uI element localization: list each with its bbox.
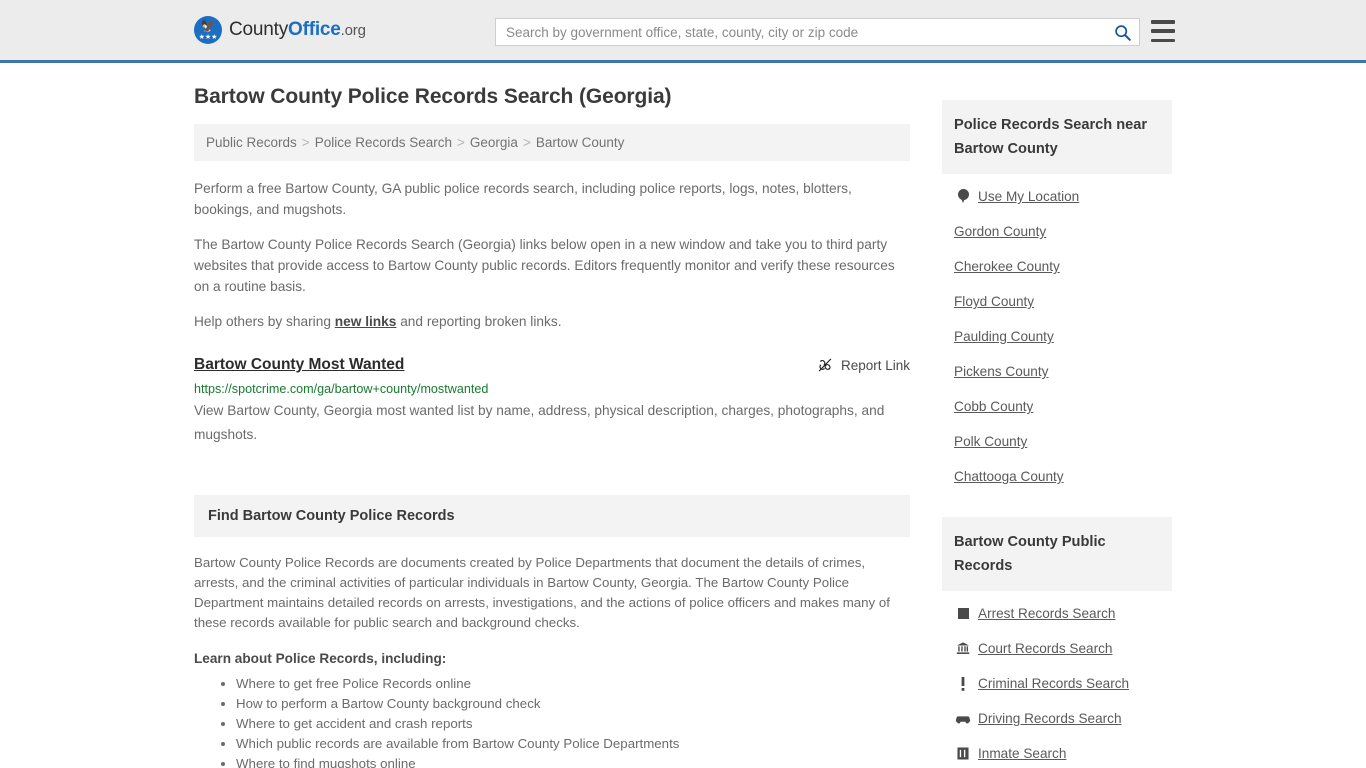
list-item: Where to find mugshots online: [236, 754, 910, 768]
menu-line-1: [1151, 20, 1175, 24]
result-header-row: Bartow County Most Wanted Report Link: [194, 356, 910, 374]
stars-glyph: ★★★: [198, 34, 218, 41]
brand-org: .org: [340, 22, 366, 39]
share-text-before: Help others by sharing: [194, 314, 335, 329]
breadcrumb-separator: >: [522, 135, 531, 150]
list-item-gordon-county[interactable]: Gordon County: [942, 223, 1172, 240]
section-heading: Find Bartow County Police Records: [194, 495, 910, 537]
breadcrumb-item-public-records[interactable]: Public Records: [206, 135, 297, 150]
content-container: Bartow County Police Records Search (Geo…: [194, 63, 1172, 768]
search-icon: [1114, 24, 1131, 41]
page-title: Bartow County Police Records Search (Geo…: [194, 85, 672, 108]
sidebar-link-pickens-county[interactable]: Pickens County: [954, 364, 1048, 379]
jail-icon: [954, 747, 972, 760]
search-button[interactable]: [1105, 19, 1139, 45]
sidebar-link-arrest-records-search[interactable]: Arrest Records Search: [978, 606, 1116, 621]
list-item-court-records[interactable]: Court Records Search: [942, 640, 1172, 657]
public-records-list: Arrest Records Search Court Records Sear…: [942, 591, 1172, 768]
share-text-after: and reporting broken links.: [396, 314, 562, 329]
search-bar[interactable]: [495, 18, 1140, 46]
section-body: Bartow County Police Records are documen…: [194, 537, 910, 768]
breadcrumb-separator: >: [301, 135, 310, 150]
site-logo[interactable]: 🦅 ★★★ CountyOffice.org: [194, 16, 366, 44]
list-item-chattooga-county[interactable]: Chattooga County: [942, 468, 1172, 485]
search-input[interactable]: [496, 19, 1105, 45]
exclamation-icon: [954, 676, 972, 691]
brand-office: Office: [288, 19, 341, 40]
list-item-floyd-county[interactable]: Floyd County: [942, 293, 1172, 310]
courthouse-icon: [954, 642, 972, 655]
list-item-use-my-location[interactable]: Use My Location: [942, 188, 1172, 205]
intro-paragraph-1: Perform a free Bartow County, GA public …: [194, 181, 852, 217]
sidebar-link-inmate-search[interactable]: Inmate Search: [978, 746, 1066, 761]
section-paragraph: Bartow County Police Records are documen…: [194, 555, 890, 630]
list-item-pickens-county[interactable]: Pickens County: [942, 363, 1172, 380]
public-records-panel-heading: Bartow County Public Records: [942, 517, 1172, 591]
car-icon: [954, 713, 972, 724]
nearby-panel-heading: Police Records Search near Bartow County: [942, 100, 1172, 174]
sidebar-link-court-records-search[interactable]: Court Records Search: [978, 641, 1112, 656]
nearby-searches-panel: Police Records Search near Bartow County…: [942, 100, 1172, 507]
result-title-link[interactable]: Bartow County Most Wanted: [194, 356, 404, 374]
site-header: 🦅 ★★★ CountyOffice.org: [0, 0, 1366, 63]
sidebar-link-use-my-location[interactable]: Use My Location: [978, 189, 1079, 204]
brand-county: County: [229, 19, 289, 40]
menu-line-2: [1151, 29, 1175, 33]
fingerprint-icon: [954, 608, 972, 619]
eagle-glyph: 🦅: [200, 19, 216, 33]
report-link-button[interactable]: Report Link: [817, 356, 910, 373]
sidebar-link-floyd-county[interactable]: Floyd County: [954, 294, 1034, 309]
intro-paragraph-3: Help others by sharing new links and rep…: [194, 311, 910, 332]
learn-list: Where to get free Police Records online …: [194, 674, 910, 768]
nearby-county-list: Use My Location Gordon County Cherokee C…: [942, 174, 1172, 507]
eagle-logo-icon: 🦅 ★★★: [194, 16, 222, 44]
map-pin-icon: [954, 189, 972, 204]
learn-heading: Learn about Police Records, including:: [194, 651, 447, 666]
brand-wordmark: CountyOffice.org: [229, 19, 366, 41]
result-description: View Bartow County, Georgia most wanted …: [194, 403, 885, 442]
breadcrumb-item-police-records-search[interactable]: Police Records Search: [315, 135, 452, 150]
list-item-cobb-county[interactable]: Cobb County: [942, 398, 1172, 415]
sidebar-link-paulding-county[interactable]: Paulding County: [954, 329, 1054, 344]
breadcrumb-item-georgia[interactable]: Georgia: [470, 135, 518, 150]
sidebar-link-chattooga-county[interactable]: Chattooga County: [954, 469, 1064, 484]
list-item-criminal-records[interactable]: Criminal Records Search: [942, 675, 1172, 692]
sidebar-link-criminal-records-search[interactable]: Criminal Records Search: [978, 676, 1129, 691]
list-item-polk-county[interactable]: Polk County: [942, 433, 1172, 450]
list-item-arrest-records[interactable]: Arrest Records Search: [942, 605, 1172, 622]
public-records-panel: Bartow County Public Records Arrest Reco…: [942, 517, 1172, 768]
list-item-paulding-county[interactable]: Paulding County: [942, 328, 1172, 345]
list-item-driving-records[interactable]: Driving Records Search: [942, 710, 1172, 727]
sidebar: Police Records Search near Bartow County…: [942, 85, 1172, 768]
list-item-cherokee-county[interactable]: Cherokee County: [942, 258, 1172, 275]
breadcrumb-separator: >: [457, 135, 465, 150]
result-item: Bartow County Most Wanted Report Link ht…: [194, 356, 910, 447]
sidebar-link-cherokee-county[interactable]: Cherokee County: [954, 259, 1060, 274]
new-links-link[interactable]: new links: [335, 314, 397, 329]
list-item: Where to get free Police Records online: [236, 674, 910, 694]
page-wrapper: Bartow County Police Records Search (Geo…: [0, 63, 1366, 768]
menu-line-3: [1151, 38, 1175, 42]
sidebar-link-gordon-county[interactable]: Gordon County: [954, 224, 1046, 239]
sidebar-link-polk-county[interactable]: Polk County: [954, 434, 1027, 449]
list-item: Where to get accident and crash reports: [236, 714, 910, 734]
list-item-inmate-search[interactable]: Inmate Search: [942, 745, 1172, 762]
list-item: How to perform a Bartow County backgroun…: [236, 694, 910, 714]
sidebar-link-cobb-county[interactable]: Cobb County: [954, 399, 1033, 414]
result-url[interactable]: https://spotcrime.com/ga/bartow+county/m…: [194, 382, 910, 396]
broken-link-icon: [818, 358, 832, 372]
breadcrumb: Public Records > Police Records Search > Geo…: [194, 124, 910, 161]
intro-paragraph-2: The Bartow County Police Records Search …: [194, 237, 895, 294]
sidebar-link-driving-records-search[interactable]: Driving Records Search: [978, 711, 1122, 726]
main-column: Bartow County Police Records Search (Geo…: [194, 85, 910, 768]
hamburger-menu-button[interactable]: [1151, 20, 1175, 42]
breadcrumb-item-bartow-county[interactable]: Bartow County: [536, 135, 625, 150]
list-item: Which public records are available from …: [236, 734, 910, 754]
report-link-label: Report Link: [840, 357, 910, 373]
